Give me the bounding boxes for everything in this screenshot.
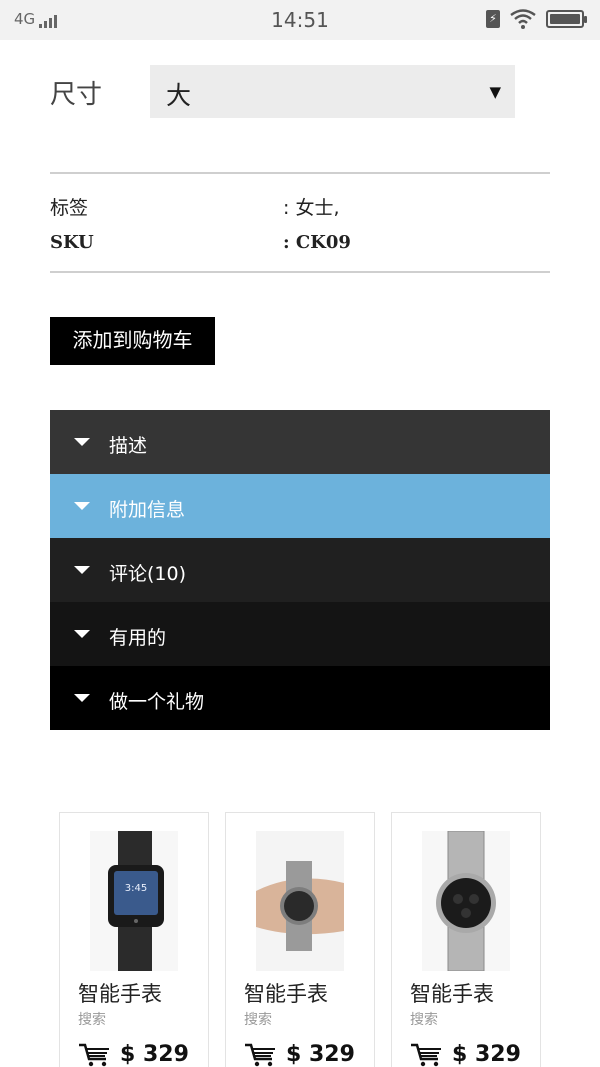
accordion-item-useful[interactable]: 有用的 bbox=[50, 602, 550, 666]
expand-triangle-icon bbox=[74, 694, 90, 702]
product-card[interactable]: 3:45 智能手表 搜索 $ 329 bbox=[59, 812, 209, 1067]
accordion-item-gift[interactable]: 做一个礼物 bbox=[50, 666, 550, 730]
price-row: $ 329 bbox=[78, 1041, 189, 1067]
expand-triangle-icon bbox=[74, 630, 90, 638]
svg-text:3:45: 3:45 bbox=[125, 883, 147, 894]
charging-icon: ⚡ bbox=[486, 10, 500, 28]
product-subtitle: 搜索 bbox=[410, 1012, 438, 1028]
chronograph-watch-image[interactable] bbox=[422, 831, 510, 971]
size-select[interactable]: 大 ▼ bbox=[150, 65, 515, 118]
product-subtitle: 搜索 bbox=[244, 1012, 272, 1028]
product-name: 智能手表 bbox=[410, 982, 494, 1006]
accordion-item-additional-info[interactable]: 附加信息 bbox=[50, 474, 550, 538]
product-name: 智能手表 bbox=[244, 982, 328, 1006]
battery-icon bbox=[546, 10, 587, 28]
accordion-label: 评论(10) bbox=[109, 563, 187, 585]
accordion-label: 有用的 bbox=[109, 627, 167, 649]
divider bbox=[50, 271, 550, 273]
smartwatch-image[interactable]: 3:45 bbox=[90, 831, 178, 971]
expand-triangle-icon bbox=[74, 502, 90, 510]
product-card[interactable]: 智能手表 搜索 $ 329 bbox=[391, 812, 541, 1067]
size-label: 尺寸 bbox=[50, 80, 103, 110]
product-name: 智能手表 bbox=[78, 982, 162, 1006]
product-price: $ 329 bbox=[286, 1041, 355, 1067]
wristwatch-on-wrist-image[interactable] bbox=[256, 831, 344, 971]
cart-icon[interactable] bbox=[410, 1041, 444, 1067]
meta-value: : 女士, bbox=[283, 197, 340, 219]
price-row: $ 329 bbox=[244, 1041, 355, 1067]
accordion-label: 描述 bbox=[109, 435, 148, 457]
accordion-item-description[interactable]: 描述 bbox=[50, 410, 550, 474]
meta-value: : CK09 bbox=[283, 232, 351, 253]
divider bbox=[50, 172, 550, 174]
size-selected-value: 大 bbox=[166, 81, 192, 110]
dropdown-caret-icon: ▼ bbox=[489, 83, 501, 101]
expand-triangle-icon bbox=[74, 438, 90, 446]
cart-icon[interactable] bbox=[244, 1041, 278, 1067]
accordion-label: 附加信息 bbox=[109, 499, 186, 521]
meta-key: SKU bbox=[50, 232, 94, 253]
expand-triangle-icon bbox=[74, 566, 90, 574]
status-bar: 4G 14:51 ⚡ bbox=[0, 0, 600, 40]
accordion-label: 做一个礼物 bbox=[109, 691, 205, 713]
product-price: $ 329 bbox=[120, 1041, 189, 1067]
wifi-icon bbox=[510, 9, 536, 29]
product-price: $ 329 bbox=[452, 1041, 521, 1067]
meta-key: 标签 bbox=[50, 197, 89, 219]
product-card[interactable]: 智能手表 搜索 $ 329 bbox=[225, 812, 375, 1067]
status-icons: ⚡ bbox=[486, 9, 587, 29]
product-subtitle: 搜索 bbox=[78, 1012, 106, 1028]
product-accordion: 描述 附加信息 评论(10) 有用的 做一个礼物 bbox=[50, 410, 550, 730]
price-row: $ 329 bbox=[410, 1041, 521, 1067]
accordion-item-reviews[interactable]: 评论(10) bbox=[50, 538, 550, 602]
cart-icon[interactable] bbox=[78, 1041, 112, 1067]
add-to-cart-button[interactable]: 添加到购物车 bbox=[50, 317, 215, 365]
